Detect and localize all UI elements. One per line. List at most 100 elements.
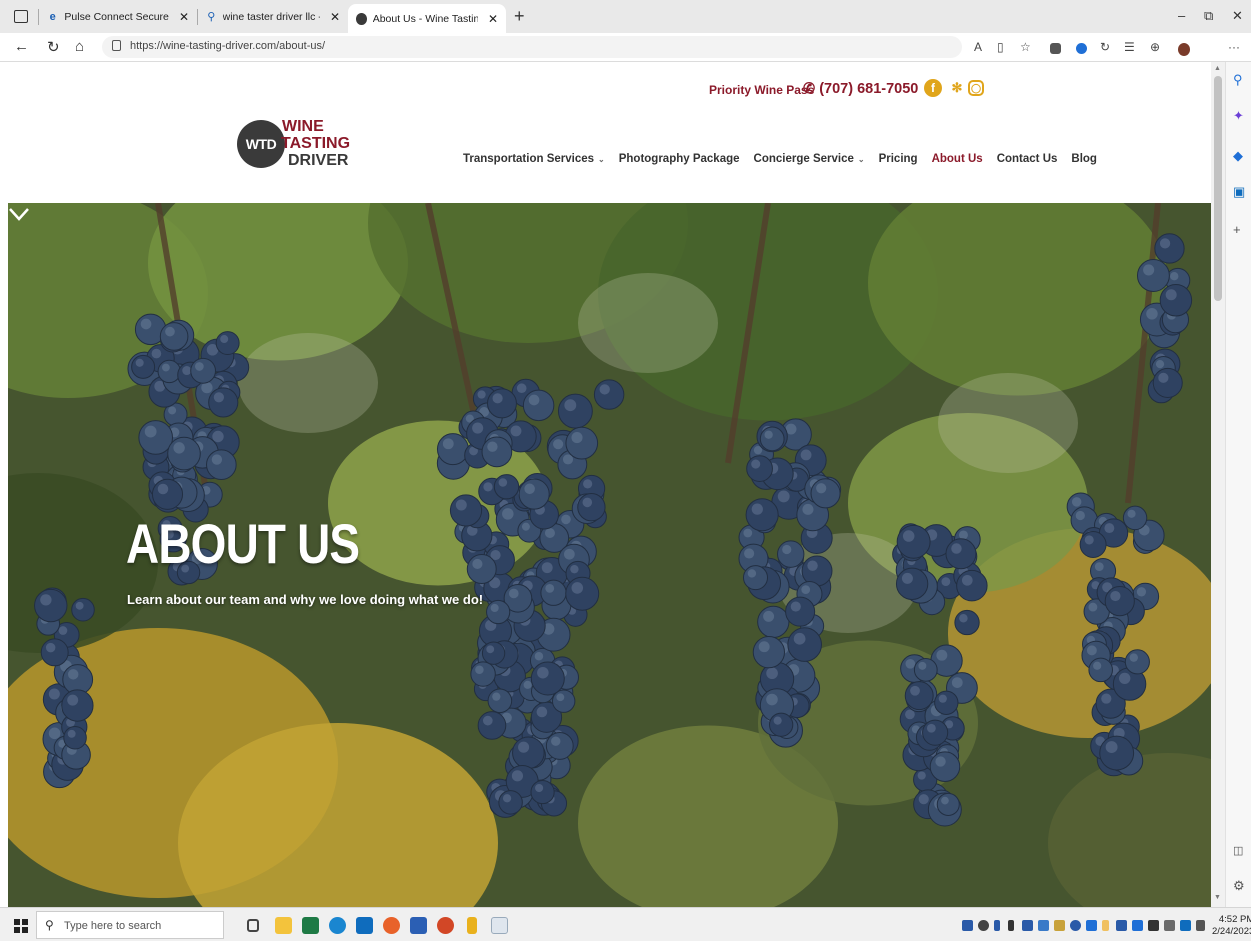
volume-icon[interactable] (1196, 920, 1205, 931)
taskbar-search[interactable]: ⚲ Type here to search (36, 911, 224, 939)
yelp-icon[interactable]: ✻ (948, 79, 966, 97)
close-icon[interactable]: ✕ (179, 10, 189, 24)
lock-icon (112, 40, 121, 51)
nav-label: About Us (931, 153, 983, 165)
hero-banner: ABOUT US Learn about our team and why we… (8, 203, 1211, 907)
facebook-icon[interactable]: f (924, 79, 942, 97)
tray-icon[interactable] (1116, 920, 1127, 931)
tray-icon[interactable] (1132, 920, 1143, 931)
tray-icon[interactable] (1070, 920, 1081, 931)
scroll-up-arrow-icon[interactable]: ▲ (1214, 65, 1221, 72)
nav-photography-package[interactable]: Photography Package (619, 153, 740, 165)
page-scrollbar[interactable]: ▲ ▼ (1211, 62, 1225, 907)
chevron-down-icon: ⌄ (598, 155, 605, 164)
nav-label: Transportation Services (463, 153, 595, 165)
priority-wine-pass-link[interactable]: Priority Wine Pass (709, 83, 814, 97)
profile-avatar[interactable] (1178, 43, 1190, 56)
tray-icon[interactable] (1054, 920, 1065, 931)
instagram-icon[interactable]: ◯ (968, 80, 984, 96)
logo-line-wine: WINE (282, 118, 324, 135)
office-icon[interactable]: ◆ (1233, 148, 1243, 164)
address-bar-row: ← ↻ ⌂ https://wine-tasting-driver.com/ab… (0, 33, 1251, 62)
favorite-icon[interactable]: ☆ (1020, 40, 1031, 54)
phone-link[interactable]: ✆ (707) 681-7050 (803, 81, 918, 97)
windows-start-icon[interactable] (14, 919, 28, 933)
home-icon[interactable]: ⌂ (75, 38, 84, 55)
nav-pricing[interactable]: Pricing (879, 153, 918, 165)
nav-blog[interactable]: Blog (1071, 153, 1097, 165)
task-view-icon[interactable] (247, 919, 259, 932)
outlook-icon[interactable] (356, 917, 373, 934)
word-icon[interactable] (410, 917, 427, 934)
tray-icon[interactable] (1038, 920, 1049, 931)
app-icon[interactable] (491, 917, 508, 934)
nav-label: Concierge Service (753, 153, 854, 165)
url-text: https://wine-tasting-driver.com/about-us… (130, 40, 326, 52)
clock-date: 2/24/2023 (1212, 926, 1251, 937)
nav-label: Blog (1071, 153, 1097, 165)
main-nav: Transportation Services ⌄ Photography Pac… (463, 153, 1111, 165)
new-tab-icon[interactable]: + (514, 6, 525, 27)
file-explorer-icon[interactable] (275, 917, 292, 934)
favorites-icon[interactable]: ☰ (1124, 40, 1135, 54)
reader-view-icon[interactable]: ▯ (997, 40, 1004, 54)
outlook-tray-icon[interactable] (1180, 920, 1191, 931)
tab-pulse[interactable]: e Pulse Connect Secure - Network ✕ (39, 0, 197, 33)
nav-concierge-service[interactable]: Concierge Service ⌄ (754, 153, 865, 165)
nav-transportation-services[interactable]: Transportation Services ⌄ (463, 153, 605, 165)
add-icon[interactable]: + (1233, 222, 1241, 237)
tray-icon[interactable] (1086, 920, 1097, 931)
taskbar-clock[interactable]: 4:52 PM 2/24/2023 (1212, 914, 1251, 938)
more-icon[interactable]: ··· (1228, 40, 1240, 54)
minimize-icon[interactable]: – (1178, 8, 1185, 23)
hero-title: ABOUT US (126, 512, 360, 575)
sidebar-toggle-icon[interactable]: ◫ (1233, 844, 1243, 857)
refresh-ext-icon[interactable]: ↻ (1100, 40, 1110, 54)
logo-line-driver: DRIVER (288, 152, 349, 169)
tray-icon[interactable] (994, 920, 1000, 931)
powerpoint-icon[interactable] (437, 917, 454, 934)
tray-icon[interactable] (962, 920, 973, 931)
collections-icon[interactable]: ⊕ (1150, 40, 1160, 54)
nav-contact-us[interactable]: Contact Us (997, 153, 1058, 165)
tray-icon[interactable] (978, 920, 989, 931)
refresh-icon[interactable]: ↻ (47, 38, 60, 56)
tab-actions-icon[interactable] (14, 10, 28, 23)
tray-icon[interactable] (1148, 920, 1159, 931)
excel-icon[interactable] (302, 917, 319, 934)
logo-line-tasting: TASTING (281, 135, 351, 152)
tray-icon[interactable] (1102, 920, 1109, 931)
close-icon[interactable]: ✕ (488, 12, 498, 26)
tab-about-us[interactable]: About Us - Wine Tasting Driver ✕ (348, 4, 506, 33)
tab-search[interactable]: ⚲ wine taster driver llc - Search ✕ (198, 0, 348, 33)
nav-about-us[interactable]: About Us (932, 153, 983, 165)
clock-time: 4:52 PM (1218, 914, 1251, 925)
settings-icon[interactable]: ⚙ (1233, 878, 1245, 894)
nav-label: Contact Us (996, 153, 1058, 165)
scroll-down-chevron-icon[interactable] (8, 203, 30, 225)
window-close-icon[interactable]: ✕ (1232, 8, 1243, 24)
tray-icon[interactable] (1164, 920, 1175, 931)
wtd-favicon (356, 12, 367, 25)
discover-icon[interactable]: ✦ (1233, 108, 1244, 124)
back-icon[interactable]: ← (14, 38, 29, 55)
logo-mark: WTD (237, 120, 285, 168)
windows-taskbar: ⚲ Type here to search 4:52 PM 2/24/2023 (0, 907, 1251, 941)
tray-icon[interactable] (1008, 920, 1014, 931)
close-icon[interactable]: ✕ (330, 10, 340, 24)
search-icon[interactable]: ⚲ (1233, 72, 1243, 88)
firefox-icon[interactable] (383, 917, 400, 934)
restore-icon[interactable]: ⧉ (1204, 8, 1213, 24)
url-input[interactable]: https://wine-tasting-driver.com/about-us… (102, 36, 962, 58)
outlook-icon[interactable]: ▣ (1233, 184, 1245, 200)
scroll-thumb[interactable] (1214, 76, 1222, 301)
scroll-down-arrow-icon[interactable]: ▼ (1214, 894, 1221, 901)
phone-icon: ✆ (803, 81, 816, 97)
tray-icon[interactable] (1022, 920, 1033, 931)
extension-icon[interactable] (1076, 43, 1087, 54)
read-aloud-icon[interactable]: A (974, 40, 982, 54)
extension-icon[interactable] (1050, 43, 1061, 54)
hero-subtitle: Learn about our team and why we love doi… (127, 592, 484, 607)
edge-icon[interactable] (329, 917, 346, 934)
pin-app-icon[interactable] (467, 917, 477, 934)
